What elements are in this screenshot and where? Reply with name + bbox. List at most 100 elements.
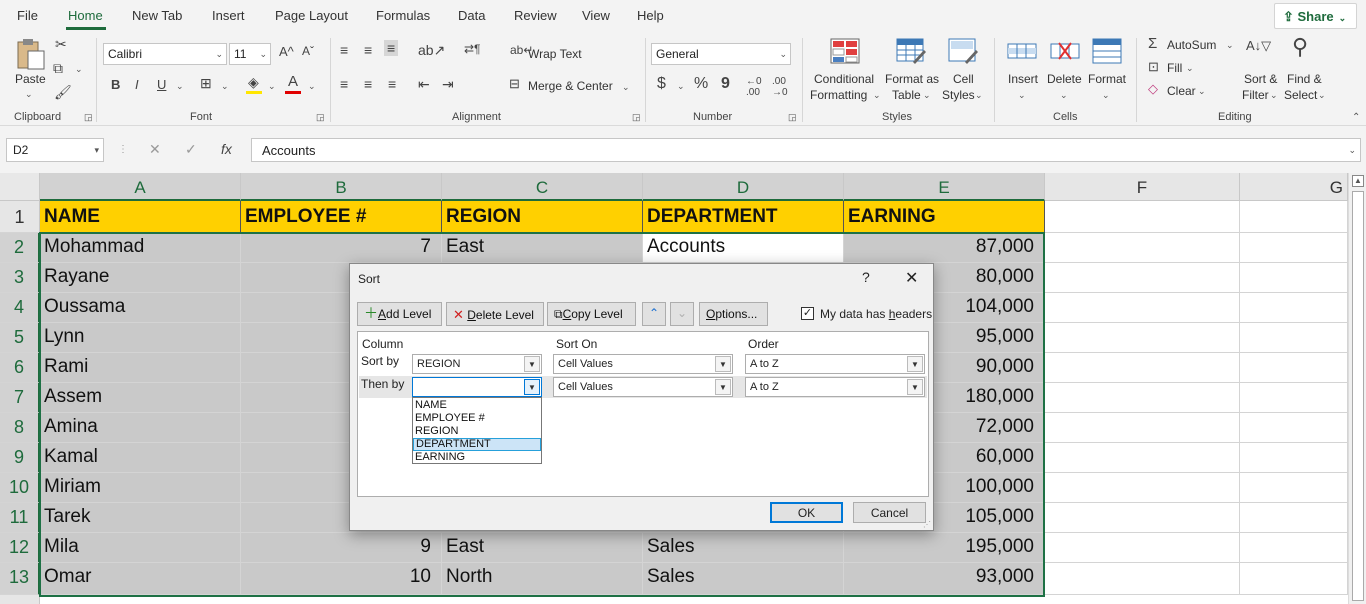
align-right-icon[interactable]: ≡ <box>388 76 396 92</box>
cell-name[interactable]: Rayane <box>40 263 241 293</box>
active-cell-department[interactable]: Accounts <box>643 233 844 263</box>
format-button[interactable]: Format <box>1088 72 1126 86</box>
tab-page-layout[interactable]: Page Layout <box>275 8 348 23</box>
align-left-icon[interactable]: ≡ <box>340 76 348 92</box>
format-cells-icon[interactable] <box>1092 38 1122 64</box>
formula-input[interactable]: Accounts ⌄ <box>251 138 1361 162</box>
chevron-down-icon[interactable]: ⌄ <box>221 81 229 92</box>
delete-cells-icon[interactable] <box>1050 38 1080 64</box>
headers-checkbox[interactable]: ✓ <box>801 307 814 320</box>
move-up-button[interactable]: ⌃ <box>642 302 666 326</box>
middle-align-icon[interactable]: ≡ <box>364 42 372 58</box>
paste-button[interactable]: Paste <box>15 72 46 86</box>
chevron-down-icon[interactable]: ⌄ <box>1226 40 1234 51</box>
resize-grip-icon[interactable]: ⋰ <box>923 520 931 529</box>
dropdown-option-earning[interactable]: EARNING <box>413 451 541 464</box>
collapse-ribbon-icon[interactable]: ⌃ <box>1352 112 1360 123</box>
format-as-table-icon[interactable] <box>896 38 926 64</box>
chevron-down-icon[interactable]: ⌄ <box>975 90 983 101</box>
options-button[interactable]: Options... <box>699 302 768 326</box>
row-header[interactable]: 1 <box>0 201 40 233</box>
tab-new-tab[interactable]: New Tab <box>132 8 182 23</box>
dropdown-option-department[interactable]: DEPARTMENT <box>413 438 541 451</box>
select-label[interactable]: Select <box>1284 88 1317 102</box>
close-button[interactable]: ✕ <box>905 268 918 288</box>
dialog-launcher-icon[interactable]: ◲ <box>84 112 93 123</box>
col-header-b[interactable]: B <box>241 173 442 201</box>
cell[interactable] <box>1240 563 1348 595</box>
format-as-label[interactable]: Format as <box>885 72 939 86</box>
sort-by-column-select[interactable]: REGION ▼ <box>412 354 542 374</box>
merge-center-icon[interactable]: ⊟ <box>509 76 520 92</box>
cell[interactable] <box>1240 201 1348 233</box>
cell[interactable] <box>1240 233 1348 263</box>
cell[interactable] <box>1045 293 1240 323</box>
align-center-icon[interactable]: ≡ <box>364 76 372 92</box>
cell-earning[interactable]: 195,000 <box>844 533 1045 563</box>
decrease-indent-icon[interactable]: ⇤ <box>418 76 430 93</box>
cell[interactable] <box>1240 353 1348 383</box>
cell[interactable] <box>1045 413 1240 443</box>
cell-name[interactable]: Amina <box>40 413 241 443</box>
cell-region[interactable]: East <box>442 533 643 563</box>
fill-color-icon[interactable]: ◈ <box>248 74 259 91</box>
cell[interactable] <box>1045 533 1240 563</box>
tab-view[interactable]: View <box>582 8 610 23</box>
table-label[interactable]: Table <box>892 88 921 102</box>
cell-name[interactable]: Oussama <box>40 293 241 323</box>
styles-label[interactable]: Styles <box>942 88 975 102</box>
cell[interactable] <box>1045 473 1240 503</box>
header-cell-employee[interactable]: EMPLOYEE # <box>241 201 442 233</box>
dialog-launcher-icon[interactable]: ◲ <box>316 112 325 123</box>
select-all-corner[interactable] <box>0 173 40 201</box>
dropdown-option-employee[interactable]: EMPLOYEE # <box>413 412 541 425</box>
delete-button[interactable]: Delete <box>1047 72 1082 86</box>
cell-employee[interactable]: 7 <box>241 233 442 263</box>
sort-on-select-1[interactable]: Cell Values ▼ <box>553 354 733 374</box>
chevron-down-icon[interactable]: ⌄ <box>176 81 184 92</box>
row-header[interactable]: 6 <box>0 353 40 383</box>
cell[interactable] <box>1045 323 1240 353</box>
text-direction-icon[interactable]: ⇄¶ <box>464 42 481 56</box>
chevron-down-icon[interactable]: ⌄ <box>677 81 685 92</box>
name-box[interactable]: D2 ▾ <box>6 138 104 162</box>
cell[interactable] <box>1240 383 1348 413</box>
increase-font-size-icon[interactable]: A^ <box>279 44 294 59</box>
chevron-down-icon[interactable]: ⌄ <box>622 82 630 93</box>
cell-employee[interactable]: 9 <box>241 533 442 563</box>
cell[interactable] <box>1240 293 1348 323</box>
delete-level-button[interactable]: ✕ Delete Level <box>446 302 544 326</box>
cell[interactable] <box>1240 323 1348 353</box>
cell-region[interactable]: North <box>442 563 643 595</box>
chevron-down-icon[interactable]: ⌄ <box>923 90 931 101</box>
formatting-label[interactable]: Formatting <box>810 88 867 102</box>
decrease-decimal-icon[interactable]: .00 →0 <box>772 76 788 98</box>
copy-level-button[interactable]: ⧉Copy Level <box>547 302 636 326</box>
tab-insert[interactable]: Insert <box>212 8 245 23</box>
col-header-d[interactable]: D <box>643 173 844 201</box>
row-header[interactable]: 13 <box>0 563 40 595</box>
cell-region[interactable]: East <box>442 233 643 263</box>
number-format-select[interactable]: General ⌄ <box>651 43 791 65</box>
autosum-icon[interactable]: Σ <box>1148 35 1157 52</box>
cell-earning[interactable]: 87,000 <box>844 233 1045 263</box>
cell-name[interactable]: Mohammad <box>40 233 241 263</box>
dropdown-option-name[interactable]: NAME <box>413 399 541 412</box>
vertical-scrollbar[interactable]: ▲ <box>1348 173 1366 604</box>
sort-on-select-2[interactable]: Cell Values ▼ <box>553 377 733 397</box>
sort-filter-icon[interactable]: A↓▽ <box>1246 38 1271 54</box>
move-down-button[interactable]: ⌄ <box>670 302 694 326</box>
chevron-down-icon[interactable]: ⌄ <box>1318 90 1326 101</box>
tab-review[interactable]: Review <box>514 8 557 23</box>
conditional-formatting-icon[interactable] <box>830 38 860 64</box>
col-header-c[interactable]: C <box>442 173 643 201</box>
tab-file[interactable]: File <box>17 8 38 23</box>
cell-earning[interactable]: 93,000 <box>844 563 1045 595</box>
cell-name[interactable]: Mila <box>40 533 241 563</box>
comma-button[interactable]: 9 <box>721 75 730 93</box>
row-header[interactable]: 9 <box>0 443 40 473</box>
dialog-launcher-icon[interactable]: ◲ <box>632 112 641 123</box>
increase-indent-icon[interactable]: ⇥ <box>442 76 454 93</box>
cell[interactable] <box>1240 413 1348 443</box>
cell[interactable] <box>1045 233 1240 263</box>
